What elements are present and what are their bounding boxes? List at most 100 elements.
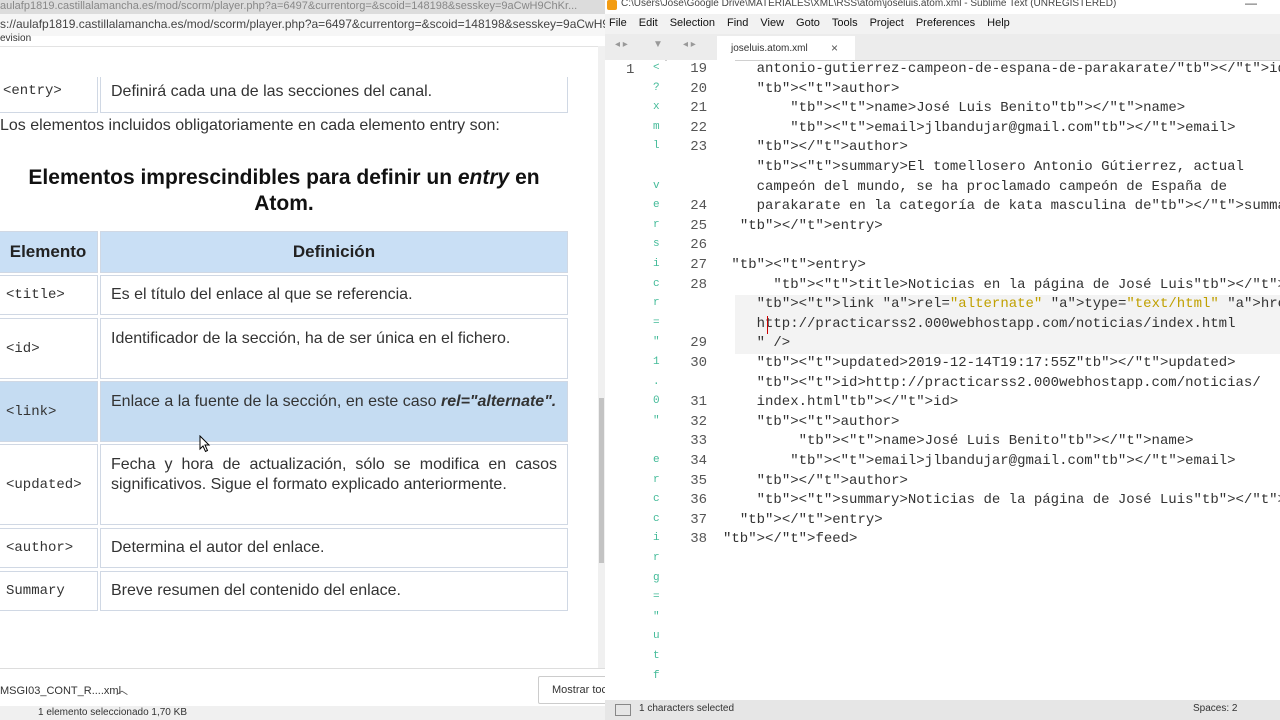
menu-tools[interactable]: Tools: [826, 14, 864, 32]
status-text: 1 elemento seleccionado 1,70 KB: [38, 707, 187, 718]
left-pane-char: 0: [653, 395, 660, 408]
menu-goto[interactable]: Goto: [790, 14, 826, 32]
show-all-button[interactable]: Mostrar toc: [538, 676, 605, 704]
code-line[interactable]: "tb"><"t">entry>: [723, 257, 865, 273]
left-pane-char: m: [653, 120, 660, 133]
row-def: Breve resumen del contenido del enlace.: [111, 582, 401, 599]
line-number: 28: [690, 276, 707, 293]
code-line[interactable]: "tb"></"t">entry>: [723, 512, 883, 528]
browser-window: aulafp1819.castillalamancha.es/mod/scorm…: [0, 0, 605, 720]
address-url[interactable]: s://aulafp1819.castillalamancha.es/mod/s…: [0, 17, 605, 31]
left-pane-char: l: [653, 140, 660, 153]
left-pane-char: c: [653, 493, 660, 506]
code-line[interactable]: "tb"><"t">id>http://practicarss2.000webh…: [723, 375, 1261, 391]
line-number: 26: [690, 237, 707, 254]
code-line[interactable]: "tb"><"t">updated>2019-12-14T19:17:55Z"t…: [723, 355, 1236, 371]
code-line[interactable]: "tb"></"t">author>: [723, 139, 908, 155]
code-line[interactable]: "tb"><"t">author>: [723, 414, 900, 430]
code-line[interactable]: "tb"><"t">name>José Luis Benito"tb"></"t…: [723, 100, 1185, 116]
close-icon[interactable]: ×: [831, 41, 838, 55]
download-file[interactable]: MSGI03_CONT_R....xml: [0, 685, 121, 697]
menu-project[interactable]: Project: [864, 14, 910, 32]
table-row: Summary: [0, 571, 98, 611]
row-def: Enlace a la fuente de la sección, en est…: [111, 393, 441, 410]
left-pane-char: <: [653, 62, 660, 74]
code-line[interactable]: "tb"><"t">name>José Luis Benito"tb"></"t…: [723, 433, 1194, 449]
left-pane-char: g: [653, 571, 660, 584]
row-def: Determina el autor del enlace.: [111, 539, 325, 556]
code-line[interactable]: campeón del mundo, se ha proclamado camp…: [723, 179, 1228, 195]
table-row: Determina el autor del enlace.: [100, 528, 568, 568]
code-line[interactable]: "tb"><"t">title>Noticias en la página de…: [723, 277, 1280, 293]
code-line[interactable]: "tb"><"t">summary>Noticias de la página …: [723, 492, 1280, 508]
tab-nav-arrows-icon[interactable]: ◂ ▸: [683, 39, 696, 50]
table-row: <id>: [0, 318, 98, 379]
section-heading: Elementos imprescindibles para definir u…: [0, 165, 568, 217]
tab-label[interactable]: joseluis.atom.xml: [731, 43, 808, 54]
table-row: <author>: [0, 528, 98, 568]
revision-label: evision: [0, 33, 32, 44]
page-scrollbar-thumb[interactable]: [599, 398, 604, 563]
minimize-icon[interactable]: —: [1245, 0, 1257, 10]
editor-status-bar: 1 characters selected Spaces: 2: [605, 700, 1280, 720]
table-header-elemento: Elemento: [0, 231, 98, 273]
code-line[interactable]: "tb"><"t">author>: [723, 81, 900, 97]
status-bar: 1 elemento seleccionado 1,70 KB: [0, 706, 605, 720]
code-line[interactable]: parakarate en la categoría de kata mascu…: [723, 198, 1280, 214]
heading-part2: en: [509, 166, 540, 189]
mouse-cursor-icon: [199, 435, 211, 453]
code-line[interactable]: "tb"><"t">summary>El tomellosero Antonio…: [723, 159, 1244, 175]
menu-find[interactable]: Find: [721, 14, 754, 32]
left-pane-char: s: [653, 238, 660, 251]
code-line[interactable]: antonio-gutierrez-campeon-de-espana-de-p…: [723, 61, 1280, 77]
status-right[interactable]: Spaces: 2: [1193, 703, 1237, 714]
scorm-content: <entry> Definirá cada una de las seccion…: [0, 46, 600, 669]
left-pane-char: e: [653, 454, 660, 466]
row-def: Fecha y hora de actualización, sólo se m…: [111, 456, 557, 493]
code-line[interactable]: "tb"></"t">entry>: [723, 218, 883, 234]
code-line[interactable]: " />: [723, 335, 791, 351]
left-pane-char: r: [653, 297, 660, 310]
table-row-selected: Enlace a la fuente de la sección, en est…: [100, 381, 568, 442]
left-pane-char: i: [653, 258, 660, 270]
menu-selection[interactable]: Selection: [664, 14, 721, 32]
code-line[interactable]: "tb"><"t">email>jlbandujar@gmail.com"tb"…: [723, 453, 1235, 469]
code-line[interactable]: "tb"><"t">email>jlbandujar@gmail.com"tb"…: [723, 120, 1235, 136]
line-number: 37: [690, 511, 707, 528]
tab-dropdown-icon[interactable]: ▼: [653, 39, 663, 50]
heading-em: entry: [457, 166, 510, 189]
line-number: 19: [690, 61, 707, 77]
code-line[interactable]: "tb"></"t">author>: [723, 473, 908, 489]
row-tag: <link>: [6, 404, 57, 420]
left-pane-char: c: [653, 277, 660, 290]
menu-help[interactable]: Help: [981, 14, 1016, 32]
address-bar[interactable]: s://aulafp1819.castillalamancha.es/mod/s…: [0, 14, 605, 36]
tab-bar: ◂ ▸ ▼ ◂ ▸: [605, 34, 1280, 61]
menu-file[interactable]: File: [605, 14, 633, 32]
menu-view[interactable]: View: [754, 14, 790, 32]
left-pane-char: c: [653, 512, 660, 525]
table-row: Identificador de la sección, ha de ser ú…: [100, 318, 568, 379]
code-line[interactable]: index.html"tb"></"t">id>: [723, 394, 959, 410]
code-line[interactable]: "tb"><"t">link "a">rel="alternate" "a">t…: [723, 296, 1280, 312]
left-pane-char: x: [653, 101, 660, 114]
nav-arrows-icon[interactable]: ◂ ▸: [615, 39, 628, 50]
line-number: 30: [690, 355, 707, 371]
left-pane-char: r: [653, 218, 660, 231]
editor-title-bar: C:\Users\Jose\Google Drive\MATERIALES\XM…: [605, 0, 1280, 14]
code-line[interactable]: http://practicarss2.000webhostapp.com/no…: [723, 316, 1236, 332]
page-scrollbar[interactable]: [598, 46, 605, 668]
line-number: 23: [690, 139, 707, 156]
chevron-up-icon[interactable]: ︿: [116, 681, 128, 698]
menu-edit[interactable]: Edit: [633, 14, 664, 32]
left-pane-code: <? x m l v e r s i c r = " 1. 0 " e r c c i r g = " u t f: [643, 60, 665, 700]
menu-preferences[interactable]: Preferences: [910, 14, 981, 32]
tab-joseluis-atom[interactable]: joseluis.atom.xml ×: [717, 36, 855, 60]
row-tag: <updated>: [6, 477, 82, 493]
code-editor[interactable]: antonio-gutierrez-campeon-de-espana-de-p…: [723, 60, 1280, 700]
line-number: 25: [690, 217, 707, 234]
line-number: 34: [690, 453, 707, 469]
table-header-definicion: Definición: [100, 231, 568, 273]
panel-icon[interactable]: [615, 704, 631, 716]
code-line[interactable]: "tb"></"t">feed>: [723, 531, 857, 547]
